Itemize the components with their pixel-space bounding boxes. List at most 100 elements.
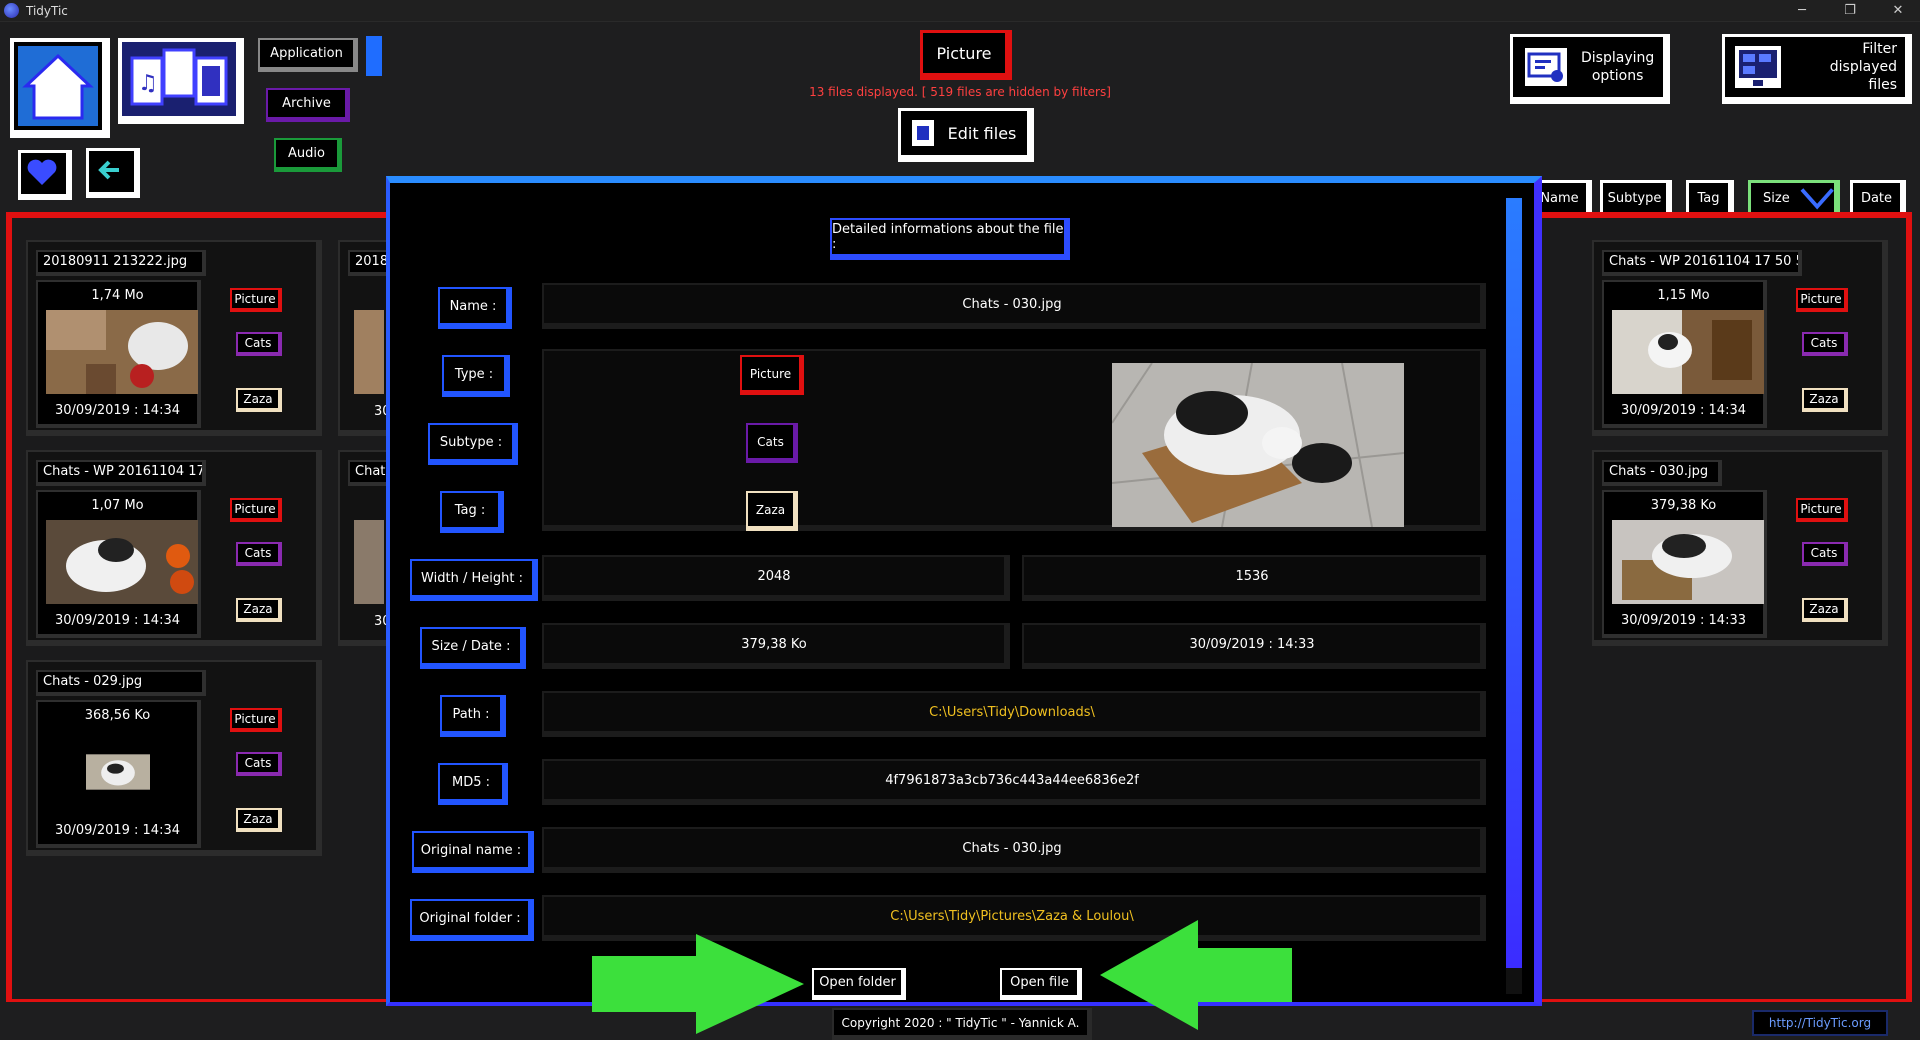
type-chip[interactable]: Picture — [230, 288, 282, 312]
back-button[interactable] — [86, 148, 140, 198]
file-card[interactable]: Chats - 030.jpg 379,38 Ko 30/09/2019 : 1… — [1592, 450, 1888, 646]
name-value: Chats - 030.jpg — [542, 283, 1486, 329]
tag-label: Tag : — [440, 491, 504, 533]
subtype-chip[interactable]: Cats — [236, 752, 282, 776]
subtype-chip[interactable]: Cats — [746, 423, 798, 463]
thumbnail-panel: 379,38 Ko 30/09/2019 : 14:33 — [1602, 490, 1767, 638]
file-date: 30/09/2019 : 14:33 — [1620, 613, 1747, 628]
subtype-chip[interactable]: Cats — [236, 332, 282, 356]
name-label: Name : — [438, 287, 512, 329]
app-logo-icon — [4, 3, 19, 18]
dialog-title: Detailed informations about the file : — [830, 218, 1070, 260]
scrollbar-thumb[interactable] — [1506, 198, 1522, 968]
arrow-left-icon — [98, 160, 119, 180]
thumbnail-panel: 1,74 Mo 30/09/2019 : 14:34 — [36, 280, 201, 428]
height-value: 1536 — [1022, 555, 1486, 601]
current-category-button[interactable]: Picture — [920, 30, 1012, 80]
displaying-options-line1: Displaying — [1581, 50, 1655, 66]
file-thumbnail[interactable] — [1612, 310, 1764, 394]
tag-chip[interactable]: Zaza — [236, 598, 282, 622]
subtype-chip[interactable]: Cats — [236, 542, 282, 566]
file-card[interactable]: Chats - 029.jpg 368,56 Ko 30/09/2019 : 1… — [26, 660, 322, 856]
thumbnail-panel: 1,07 Mo 30/09/2019 : 14:34 — [36, 490, 201, 638]
tag-chip[interactable]: Zaza — [1802, 388, 1848, 412]
filter-displayed-files-button[interactable]: Filter displayed files — [1722, 34, 1912, 104]
tag-chip[interactable]: Zaza — [236, 388, 282, 412]
displaying-options-line2: options — [1591, 68, 1644, 84]
favorites-button[interactable] — [18, 150, 72, 200]
file-card[interactable]: Chats - WP 20161104 17 53 18 Pro.jpg 1,0… — [26, 450, 322, 646]
thumbnail-panel: 368,56 Ko 30/09/2019 : 14:34 — [36, 700, 201, 848]
thumbnail-panel: 1,15 Mo 30/09/2019 : 14:34 — [1602, 280, 1767, 428]
width-value: 2048 — [542, 555, 1010, 601]
size-value: 379,38 Ko — [542, 623, 1010, 669]
window-title: TidyTic — [26, 4, 68, 18]
tag-chip[interactable]: Zaza — [236, 808, 282, 832]
media-library-button[interactable]: ♫ — [118, 38, 244, 124]
displaying-options-button[interactable]: Displaying options — [1510, 34, 1670, 104]
sort-size-label: Size — [1763, 191, 1790, 206]
close-button[interactable]: ✕ — [1878, 0, 1918, 22]
md5-label: MD5 : — [438, 763, 508, 805]
file-name: 20180911 213222.jpg — [36, 250, 206, 276]
home-button[interactable] — [10, 38, 110, 138]
filter-line2: displayed files — [1829, 59, 1897, 93]
file-size: 368,56 Ko — [84, 708, 151, 723]
website-link[interactable]: http://TidyTic.org — [1752, 1010, 1888, 1036]
edit-files-button[interactable]: Edit files — [898, 108, 1034, 162]
file-date: 30/09/2019 : 14:34 — [1620, 403, 1747, 418]
open-file-button[interactable]: Open file — [1000, 968, 1082, 1000]
type-chip[interactable]: Picture — [230, 708, 282, 732]
file-size: 379,38 Ko — [1650, 498, 1717, 513]
category-indicator — [366, 36, 382, 76]
title-bar: TidyTic ─ ❐ ✕ — [0, 0, 1920, 22]
media-files-icon: ♫ — [122, 42, 236, 116]
date-value: 30/09/2019 : 14:33 — [1022, 623, 1486, 669]
type-chip[interactable]: Picture — [1796, 498, 1848, 522]
edit-icon — [911, 120, 934, 146]
file-thumbnail[interactable] — [1612, 520, 1764, 604]
display-settings-icon — [1525, 48, 1567, 86]
type-chip[interactable]: Picture — [740, 355, 804, 395]
file-size: 1,74 Mo — [91, 288, 144, 303]
sort-descending-icon — [1800, 187, 1834, 209]
svg-text:♫: ♫ — [138, 71, 158, 96]
arrow-left-icon — [1100, 920, 1292, 1030]
type-chip[interactable]: Picture — [230, 498, 282, 522]
category-application-button[interactable]: Application — [258, 38, 358, 72]
width-height-label: Width / Height : — [410, 559, 538, 601]
file-details-dialog: Detailed informations about the file : N… — [386, 176, 1542, 1006]
home-icon — [18, 46, 98, 126]
file-size: 1,15 Mo — [1657, 288, 1710, 303]
minimize-button[interactable]: ─ — [1782, 0, 1822, 22]
heart-icon — [27, 159, 57, 185]
original-name-value: Chats - 030.jpg — [542, 827, 1486, 873]
file-date: 30/09/2019 : 14:34 — [54, 613, 181, 628]
file-card[interactable]: 20180911 213222.jpg 1,74 Mo 30/09/2019 :… — [26, 240, 322, 436]
file-thumbnail[interactable] — [46, 310, 198, 394]
dialog-scrollbar[interactable] — [1506, 198, 1522, 994]
file-card[interactable]: Chats - WP 20161104 17 50 53 Pro.jpg 1,1… — [1592, 240, 1888, 436]
path-value[interactable]: C:\Users\Tidy\Downloads\ — [542, 691, 1486, 737]
file-name: Chats - WP 20161104 17 50 53 Pro.jpg — [1602, 250, 1802, 276]
path-label: Path : — [440, 695, 506, 737]
file-thumbnail[interactable] — [354, 310, 384, 394]
file-date: 30/09/2019 : 14:34 — [54, 823, 181, 838]
filter-icon — [1735, 46, 1781, 88]
category-archive-button[interactable]: Archive — [266, 88, 350, 122]
subtype-chip[interactable]: Cats — [1802, 332, 1848, 356]
subtype-chip[interactable]: Cats — [1802, 542, 1848, 566]
file-preview-image[interactable] — [1112, 363, 1404, 527]
type-chip[interactable]: Picture — [1796, 288, 1848, 312]
tag-chip[interactable]: Zaza — [746, 491, 798, 531]
tag-chip[interactable]: Zaza — [1802, 598, 1848, 622]
open-folder-button[interactable]: Open folder — [812, 968, 906, 1000]
md5-value: 4f7961873a3cb736c443a44ee6836e2f — [542, 759, 1486, 805]
file-thumbnail[interactable] — [354, 520, 384, 604]
file-thumbnail[interactable] — [86, 730, 150, 814]
copyright-notice: Copyright 2020 : " TidyTic " - Yannick A… — [832, 1008, 1092, 1040]
edit-files-label: Edit files — [947, 123, 1017, 143]
file-thumbnail[interactable] — [46, 520, 198, 604]
category-audio-button[interactable]: Audio — [274, 138, 342, 172]
restore-button[interactable]: ❐ — [1830, 0, 1870, 22]
